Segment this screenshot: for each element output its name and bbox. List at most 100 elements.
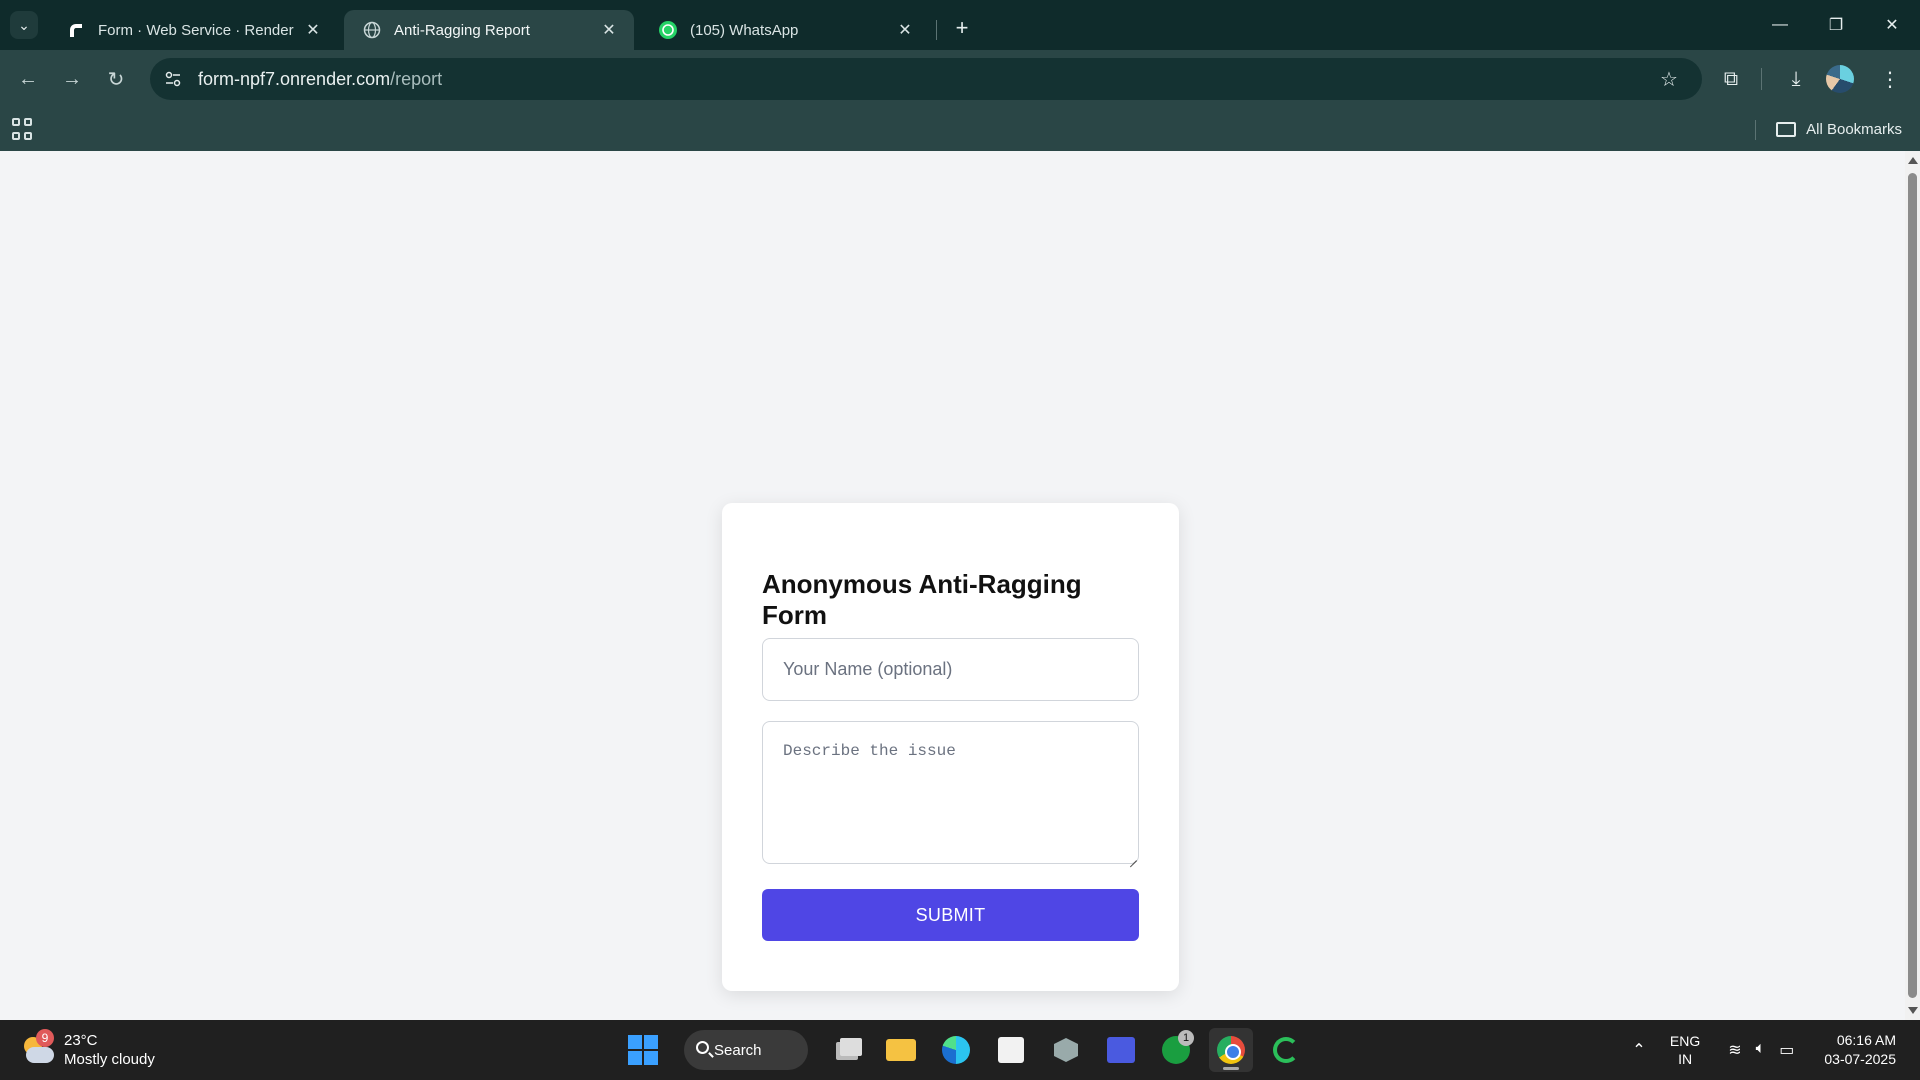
- close-window-button[interactable]: ✕: [1864, 0, 1920, 50]
- tab-render-dashboard[interactable]: Form · Web Service · Render D ✕: [48, 10, 338, 50]
- minimize-icon: —: [1772, 16, 1788, 33]
- close-icon[interactable]: ✕: [302, 19, 324, 41]
- clock[interactable]: 06:16 AM 03-07-2025: [1824, 1031, 1896, 1069]
- chrome-icon[interactable]: [1209, 1028, 1253, 1072]
- hex-app-icon[interactable]: [1044, 1028, 1088, 1072]
- language-indicator[interactable]: ENG IN: [1670, 1032, 1700, 1068]
- arrow-left-icon: ←: [18, 67, 38, 90]
- address-bar[interactable]: form-npf7.onrender.com/report ☆: [150, 58, 1702, 100]
- folder-icon: [1776, 122, 1797, 137]
- more-vert-icon: ⋮: [1880, 68, 1900, 91]
- search-icon: [696, 1041, 709, 1054]
- url-path: /report: [390, 68, 443, 89]
- back-button[interactable]: ←: [10, 61, 46, 97]
- edge-browser-icon[interactable]: [934, 1028, 978, 1072]
- star-icon: ☆: [1660, 68, 1678, 91]
- download-icon: ⤓: [1791, 67, 1801, 90]
- clock-time: 06:16 AM: [1836, 1032, 1896, 1048]
- weather-temperature: 23°C: [64, 1032, 98, 1049]
- tune-icon: [165, 71, 181, 87]
- code-editor-icon[interactable]: [1099, 1028, 1143, 1072]
- forward-button[interactable]: →: [54, 61, 90, 97]
- form-title: Anonymous Anti-Ragging Form: [762, 569, 1082, 630]
- bookmarks-divider: [1755, 119, 1757, 140]
- taskbar-search-label: Search: [714, 1041, 762, 1059]
- submit-button[interactable]: SUBMIT: [762, 889, 1139, 941]
- show-hidden-icons-button[interactable]: ⌃: [1624, 1040, 1654, 1060]
- file-explorer-icon[interactable]: [879, 1028, 923, 1072]
- restore-button[interactable]: ❐: [1808, 0, 1864, 50]
- all-bookmarks-label: All Bookmarks: [1806, 121, 1902, 138]
- tab-title: Anti-Ragging Report: [394, 21, 530, 39]
- page-scrollbar[interactable]: [1905, 151, 1920, 1020]
- downloads-button[interactable]: ⤓: [1776, 59, 1816, 99]
- tab-search-button[interactable]: ⌄: [10, 11, 38, 39]
- task-view-icon[interactable]: [824, 1028, 868, 1072]
- loading-ring-icon[interactable]: [1264, 1028, 1308, 1072]
- window-controls: — ❐ ✕: [1752, 0, 1920, 50]
- scroll-down-icon[interactable]: [1908, 1007, 1918, 1014]
- language-code: ENG: [1669, 1033, 1701, 1049]
- taskbar-search-button[interactable]: Search: [684, 1030, 808, 1070]
- whatsapp-icon: [658, 20, 678, 40]
- scroll-thumb[interactable]: [1908, 173, 1917, 998]
- windows-taskbar: 9 23°C Mostly cloudy Search 1 ⌃ ENG IN ≋…: [0, 1020, 1920, 1080]
- volume-icon: 🔈︎: [1755, 1040, 1766, 1057]
- windows-start-icon[interactable]: [628, 1035, 658, 1065]
- weather-widget[interactable]: 9 23°C Mostly cloudy: [20, 1028, 155, 1072]
- arrow-right-icon: →: [62, 67, 82, 90]
- clock-date: 03-07-2025: [1824, 1051, 1896, 1067]
- url-host: form-npf7.onrender.com: [198, 68, 391, 89]
- toolbar-actions: ⧉ ⤓ ⋮: [1711, 58, 1920, 100]
- form-card: Anonymous Anti-Ragging Form SUBMIT: [722, 503, 1179, 991]
- globe-icon: [362, 20, 382, 40]
- toolbar-divider: [1761, 68, 1762, 90]
- plus-icon: +: [955, 15, 969, 40]
- system-tray: ⌃ ENG IN ≋ 🔈︎ ▭ 06:16 AM 03-07-2025: [1624, 1020, 1920, 1080]
- language-region: IN: [1678, 1051, 1693, 1067]
- close-icon[interactable]: ✕: [598, 19, 620, 41]
- weather-badge: 9: [36, 1029, 54, 1047]
- close-icon[interactable]: ✕: [894, 19, 916, 41]
- partly-cloudy-icon: 9: [20, 1029, 54, 1065]
- tab-title: (105) WhatsApp: [690, 21, 799, 39]
- quick-settings-button[interactable]: ≋ 🔈︎ ▭: [1728, 1040, 1794, 1060]
- profile-avatar[interactable]: [1826, 65, 1854, 93]
- minimize-button[interactable]: —: [1752, 0, 1808, 50]
- new-tab-button[interactable]: +: [947, 13, 977, 43]
- url-text[interactable]: form-npf7.onrender.com/report: [198, 69, 442, 90]
- bookmarks-bar: All Bookmarks: [0, 108, 1920, 151]
- reload-button[interactable]: ↻: [98, 61, 134, 97]
- tab-title: Form · Web Service · Render D: [98, 21, 294, 39]
- tab-anti-ragging-report[interactable]: Anti-Ragging Report ✕: [344, 10, 634, 50]
- apps-grid-icon[interactable]: [12, 117, 36, 142]
- tab-whatsapp[interactable]: (105) WhatsApp ✕: [640, 10, 930, 50]
- tab-separator: [936, 20, 937, 40]
- extensions-button[interactable]: ⧉: [1711, 59, 1751, 99]
- bookmark-star-button[interactable]: ☆: [1652, 62, 1686, 96]
- scroll-up-icon[interactable]: [1908, 157, 1918, 164]
- puzzle-icon: ⧉: [1723, 67, 1739, 90]
- site-info-button[interactable]: [156, 62, 190, 96]
- weather-condition: Mostly cloudy: [64, 1051, 155, 1068]
- name-input[interactable]: [762, 638, 1139, 701]
- weather-text: 23°C Mostly cloudy: [64, 1031, 155, 1069]
- page-viewport: Anonymous Anti-Ragging Form SUBMIT: [0, 151, 1905, 1020]
- restore-icon: ❐: [1828, 17, 1844, 34]
- xbox-badge: 1: [1178, 1030, 1194, 1046]
- xbox-icon[interactable]: 1: [1154, 1028, 1198, 1072]
- taskbar-apps: Search 1: [628, 1026, 1319, 1074]
- all-bookmarks-button[interactable]: All Bookmarks: [1755, 108, 1902, 151]
- render-logo-icon: [66, 20, 86, 40]
- chevron-down-icon: ⌄: [18, 16, 30, 33]
- menu-button[interactable]: ⋮: [1870, 59, 1910, 99]
- issue-textarea[interactable]: [762, 721, 1139, 864]
- browser-toolbar: ← → ↻ form-npf7.onrender.com/report ☆ ⧉ …: [0, 50, 1920, 108]
- resize-handle-icon[interactable]: [1127, 851, 1137, 861]
- active-app-indicator: [1223, 1067, 1239, 1070]
- battery-icon: ▭: [1779, 1042, 1795, 1059]
- tab-strip: ⌄ Form · Web Service · Render D ✕ Anti-R…: [0, 0, 1920, 50]
- reload-icon: ↻: [107, 68, 125, 91]
- wifi-icon: ≋: [1728, 1042, 1742, 1059]
- microsoft-store-icon[interactable]: [989, 1028, 1033, 1072]
